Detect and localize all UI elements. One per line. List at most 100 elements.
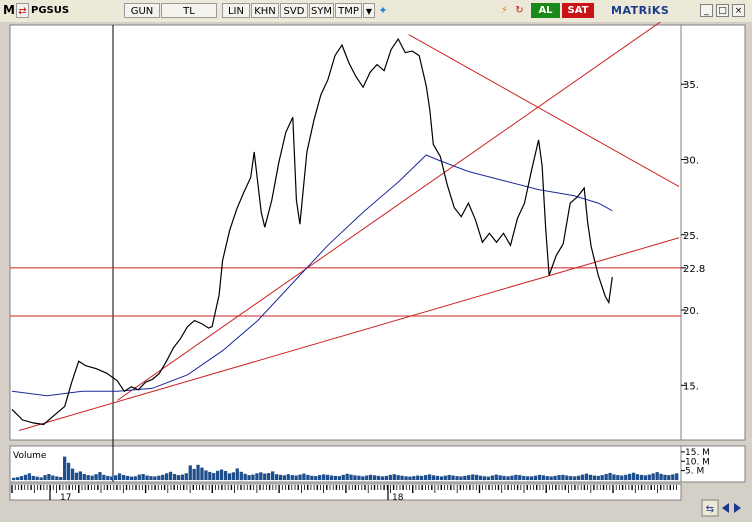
sell-button[interactable]: SAT	[562, 3, 594, 18]
khn-button[interactable]: KHN	[251, 3, 279, 18]
volume-bar-30	[129, 476, 133, 480]
x-label-18: 18	[392, 493, 404, 503]
volume-bar-60	[247, 475, 251, 480]
volume-bar-107	[431, 475, 436, 480]
volume-bar-27	[117, 473, 122, 480]
volume-bar-20	[90, 475, 94, 480]
volume-bar-31	[133, 476, 137, 481]
volume-bar-165	[659, 473, 663, 480]
volume-bar-90	[365, 475, 369, 480]
volume-bar-13	[63, 456, 67, 480]
volume-bar-159	[635, 474, 640, 480]
volume-bar-117	[471, 474, 475, 480]
maximize-icon[interactable]: □	[716, 4, 729, 17]
volume-bar-125	[502, 475, 506, 480]
x-label-17: 17	[60, 493, 71, 503]
volume-bar-166	[663, 474, 667, 481]
period-button[interactable]: GUN	[124, 3, 160, 18]
volume-bar-144	[577, 475, 581, 480]
minimize-icon[interactable]: _	[700, 4, 713, 17]
volume-bar-37	[157, 475, 161, 480]
volume-bar-132	[529, 476, 534, 480]
volume-bar-54	[223, 471, 228, 480]
scale-button[interactable]: LIN	[222, 3, 250, 18]
y-tick-label-20: 20.	[683, 306, 699, 317]
volume-bar-11	[55, 476, 59, 480]
volume-bar-79	[322, 474, 326, 480]
volume-bar-98	[396, 475, 400, 480]
volume-bar-126	[506, 476, 510, 481]
volume-bar-137	[549, 476, 553, 480]
volume-bar-63	[259, 472, 263, 480]
volume-bar-45	[188, 465, 192, 480]
volume-bar-120	[482, 476, 487, 481]
volume-bar-149	[596, 475, 600, 480]
volume-bar-106	[427, 474, 432, 480]
volume-bar-51	[212, 473, 216, 480]
volume-bar-7	[39, 477, 43, 480]
volume-bar-100	[404, 476, 408, 481]
volume-bar-25	[110, 476, 114, 480]
volume-bar-74	[302, 473, 306, 480]
volume-bar-114	[459, 476, 463, 480]
volume-bar-14	[66, 462, 71, 481]
close-icon[interactable]: ×	[732, 4, 745, 17]
volume-bar-89	[361, 476, 365, 481]
volume-bar-91	[369, 474, 373, 481]
volume-bar-136	[545, 476, 549, 480]
volume-bar-49	[204, 470, 208, 480]
volume-bar-127	[510, 475, 514, 480]
volume-bar-94	[380, 476, 385, 480]
y-tick-label-30: 30.	[683, 155, 699, 166]
volume-bar-86	[349, 474, 353, 480]
volume-bar-76	[310, 475, 314, 480]
volume-bar-162	[647, 474, 651, 480]
lightning-icon[interactable]: ⚡	[498, 3, 511, 18]
volume-bar-85	[345, 473, 349, 480]
volume-bar-135	[541, 475, 545, 480]
symbol-field[interactable]: PGSUS	[31, 3, 69, 18]
volume-bar-78	[318, 475, 322, 480]
volume-bar-146	[584, 473, 589, 480]
volume-bar-17	[78, 471, 82, 480]
price-plot-area	[9, 24, 682, 441]
volume-bar-8	[43, 475, 47, 480]
dropdown-arrow-icon[interactable]: ▼	[363, 3, 375, 18]
volume-bar-67	[274, 474, 279, 480]
volume-bar-108	[435, 475, 439, 480]
currency-button[interactable]: TL	[161, 3, 217, 18]
volume-bar-143	[573, 476, 577, 481]
volume-bar-75	[306, 474, 310, 480]
volume-bar-121	[486, 476, 490, 480]
volume-bar-10	[51, 475, 55, 480]
volume-bar-161	[643, 475, 647, 480]
volume-bar-22	[98, 472, 102, 480]
volume-tick-label-2: 5. M	[685, 467, 704, 477]
volume-bar-39	[165, 473, 169, 481]
twitter-icon[interactable]: ✦	[376, 3, 390, 18]
volume-bar-158	[631, 472, 636, 480]
svd-button[interactable]: SVD	[280, 3, 308, 18]
volume-bar-101	[408, 476, 412, 480]
price-chart: 15.20.25.30.35.22.8 15. M10. M5. M Volum…	[0, 22, 752, 522]
buy-button[interactable]: AL	[531, 3, 560, 18]
chart-type-icon[interactable]: ⇄	[16, 3, 29, 18]
sym-button[interactable]: SYM	[309, 3, 334, 18]
price-level-label: 22.8	[683, 264, 705, 275]
volume-bar-103	[416, 475, 420, 480]
volume-bar-152	[608, 472, 612, 480]
volume-bar-1	[15, 477, 20, 480]
menu-button[interactable]: M	[3, 3, 15, 18]
volume-bar-18	[82, 474, 86, 480]
volume-bar-71	[290, 475, 294, 480]
refresh-icon[interactable]: ↻	[513, 3, 526, 18]
volume-bar-84	[341, 474, 345, 480]
y-tick-label-25: 25.	[683, 231, 699, 242]
volume-bar-72	[294, 475, 298, 480]
volume-bar-128	[514, 474, 518, 481]
volume-label: Volume	[13, 451, 47, 461]
tmp-button[interactable]: TMP	[335, 3, 362, 18]
volume-bar-119	[478, 475, 483, 480]
volume-bar-58	[239, 471, 243, 481]
volume-bar-111	[447, 474, 451, 480]
